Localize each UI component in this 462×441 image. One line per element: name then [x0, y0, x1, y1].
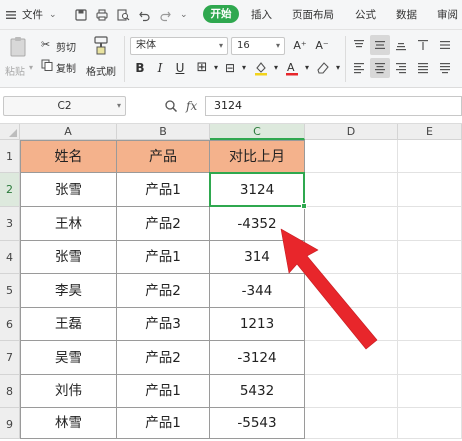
annotation-arrow [280, 228, 378, 350]
